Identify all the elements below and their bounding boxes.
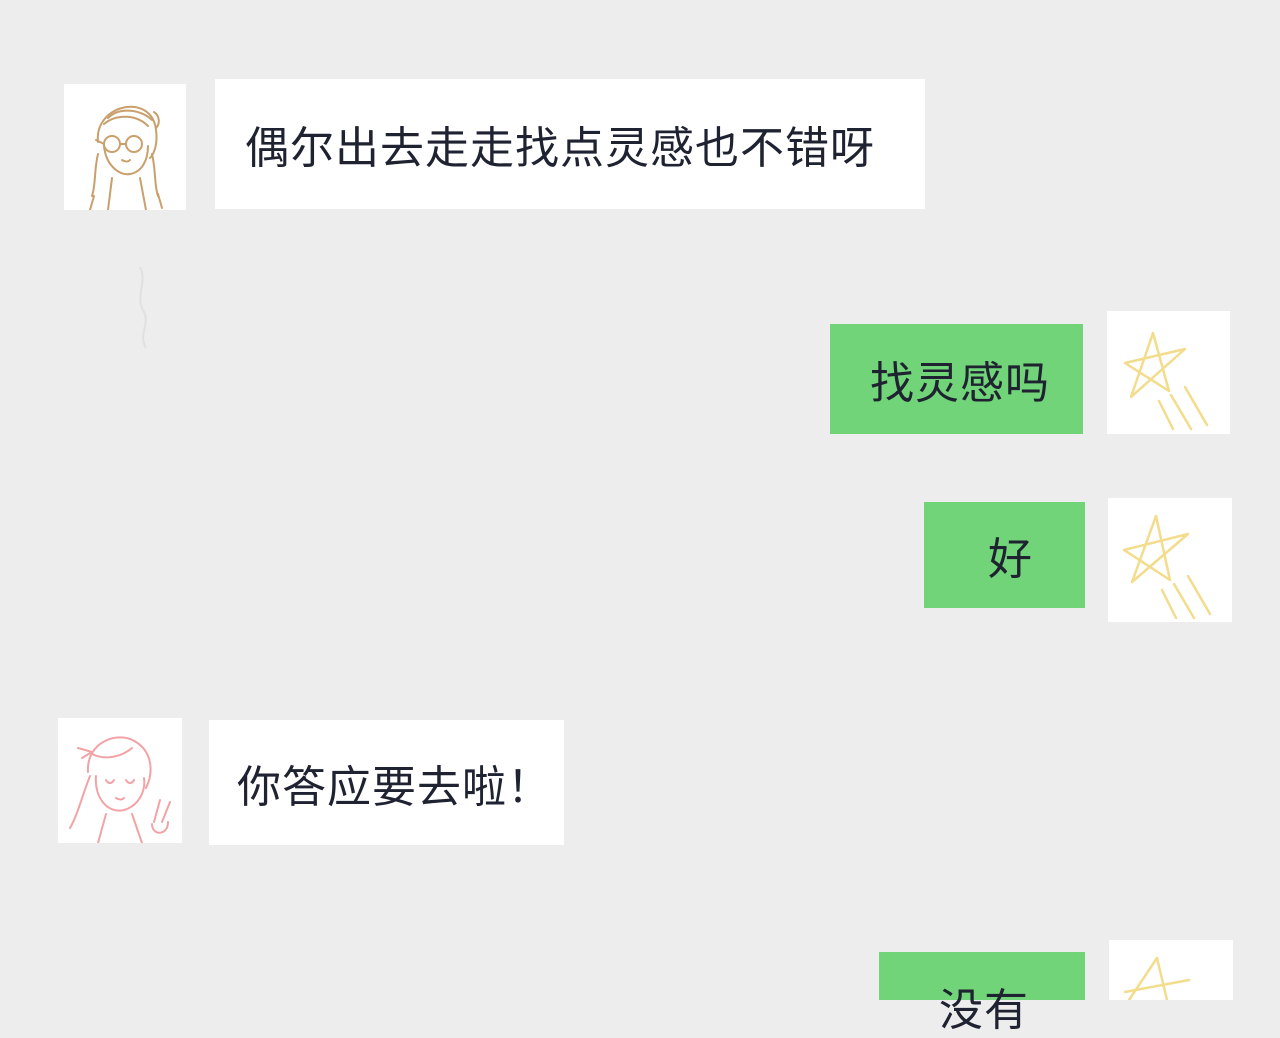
message-text: 好 bbox=[988, 534, 1033, 585]
glasses-girl-avatar[interactable] bbox=[64, 84, 186, 210]
peace-sign-girl-icon bbox=[69, 736, 171, 843]
star-doodle-avatar[interactable] bbox=[1107, 311, 1230, 434]
faint-sketch-mark bbox=[139, 266, 147, 349]
message-text: 找灵感吗 bbox=[870, 358, 1050, 409]
message-bubble-outgoing[interactable]: 找灵感吗 bbox=[830, 324, 1083, 434]
star-doodle-avatar[interactable] bbox=[1109, 940, 1233, 1000]
star-doodle-icon bbox=[1123, 956, 1191, 1000]
message-bubble-outgoing[interactable]: 好 bbox=[924, 502, 1085, 608]
message-text: 没有 bbox=[939, 985, 1029, 1036]
star-doodle-icon bbox=[1123, 331, 1209, 431]
message-text: 偶尔出去走走找点灵感也不错呀 bbox=[245, 123, 875, 174]
message-bubble-incoming[interactable]: 偶尔出去走走找点灵感也不错呀 bbox=[215, 79, 925, 209]
peace-sign-girl-avatar[interactable] bbox=[58, 718, 182, 843]
message-bubble-incoming[interactable]: 你答应要去啦！ bbox=[209, 720, 564, 845]
message-text: 你答应要去啦！ bbox=[237, 761, 552, 813]
message-bubble-outgoing[interactable]: 没有 bbox=[879, 952, 1085, 1036]
glasses-girl-icon bbox=[89, 105, 163, 210]
star-doodle-icon bbox=[1122, 514, 1212, 620]
star-doodle-avatar[interactable] bbox=[1108, 498, 1232, 622]
